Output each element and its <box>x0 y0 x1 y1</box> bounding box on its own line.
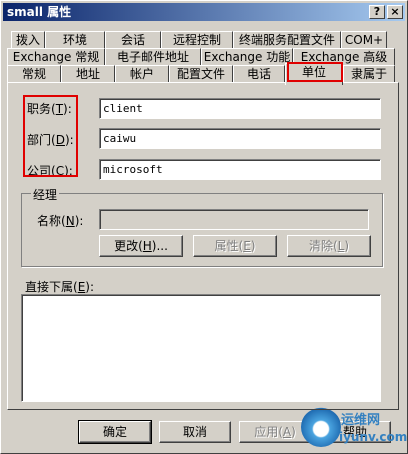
tab-com-plus[interactable]: COM+ <box>341 31 387 49</box>
tab-email-addresses[interactable]: 电子邮件地址 <box>105 48 201 66</box>
tab-environment[interactable]: 环境 <box>45 31 105 49</box>
tab-account[interactable]: 帐户 <box>115 65 169 83</box>
tab-member-of[interactable]: 隶属于 <box>343 65 395 83</box>
apply-button[interactable]: 应用(A) <box>239 421 311 443</box>
tab-exchange-general[interactable]: Exchange 常规 <box>7 48 105 66</box>
window-title: small 属性 <box>7 5 72 19</box>
properties-dialog: small 属性 ? × 拨入 环境 会话 远程控制 终端服务配置文件 COM+… <box>0 0 408 454</box>
tab-general[interactable]: 常规 <box>7 65 61 83</box>
tab-panel <box>7 82 399 410</box>
ok-button[interactable]: 确定 <box>78 420 152 444</box>
close-button[interactable]: × <box>387 5 403 19</box>
tab-terminal-services-profile[interactable]: 终端服务配置文件 <box>233 31 341 49</box>
tab-organization[interactable]: 单位 <box>285 63 343 85</box>
tab-profile[interactable]: 配置文件 <box>169 65 233 83</box>
title-bar: small 属性 ? × <box>3 3 405 21</box>
help-footer-button[interactable]: 帮助 <box>319 421 391 443</box>
tab-sessions[interactable]: 会话 <box>105 31 161 49</box>
tab-exchange-features[interactable]: Exchange 功能 <box>201 48 293 66</box>
help-button[interactable]: ? <box>369 5 385 19</box>
apply-accesskey: A <box>282 425 292 439</box>
tab-dial-in[interactable]: 拨入 <box>11 31 45 49</box>
tab-telephones[interactable]: 电话 <box>233 65 285 83</box>
cancel-button[interactable]: 取消 <box>159 421 231 443</box>
tab-address[interactable]: 地址 <box>61 65 115 83</box>
apply-button-label: 应用 <box>254 425 279 439</box>
tab-remote-control[interactable]: 远程控制 <box>161 31 233 49</box>
